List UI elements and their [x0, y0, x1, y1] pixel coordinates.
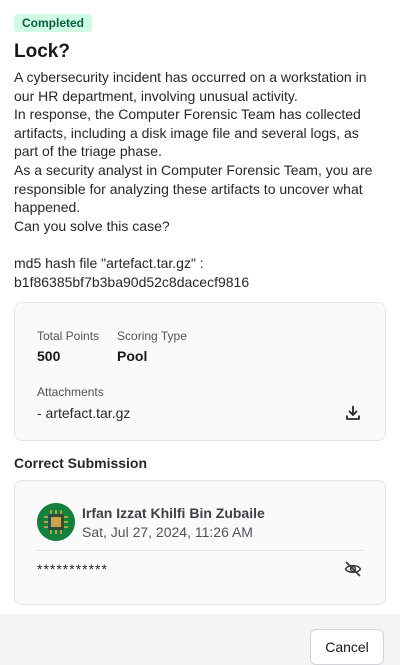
description-line: A cybersecurity incident has occurred on… — [14, 69, 371, 104]
masked-answer: *********** — [37, 561, 108, 578]
submitter-name: Irfan Izzat Khilfi Bin Zubaile — [82, 504, 265, 521]
avatar — [37, 503, 75, 542]
total-points-label: Total Points — [37, 329, 100, 344]
submission-timestamp: Sat, Jul 27, 2024, 11:26 AM — [82, 523, 253, 540]
attachments-label: Attachments — [37, 385, 104, 400]
description-line: md5 hash file "artefact.tar.gz" : — [14, 254, 204, 271]
stats-row: Total Points 500 Scoring Type Pool — [37, 328, 363, 365]
scoring-type-value: Pool — [117, 348, 148, 365]
challenge-description: A cybersecurity incident has occurred on… — [14, 68, 386, 291]
attachment-name[interactable]: - artefact.tar.gz — [37, 403, 130, 423]
status-badge: Completed — [14, 14, 93, 32]
scoring-type-label: Scoring Type — [117, 329, 187, 344]
challenge-panel: Completed Lock? A cybersecurity incident… — [0, 0, 400, 614]
challenge-title: Lock? — [14, 41, 70, 62]
description-line: Can you solve this case? — [14, 217, 170, 234]
total-points-value: 500 — [37, 348, 61, 365]
attachment-row: - artefact.tar.gz — [37, 403, 363, 423]
eye-off-icon[interactable] — [343, 559, 363, 579]
md5-hash: b1f86385bf7b3ba90d52c8dacecf9816 — [14, 273, 250, 290]
modal-footer: Cancel — [0, 614, 400, 665]
download-icon[interactable] — [343, 403, 363, 423]
submitter: Irfan Izzat Khilfi Bin Zubaile Sat, Jul … — [37, 503, 363, 542]
correct-submission-title: Correct Submission — [14, 455, 148, 472]
challenge-info-card: Total Points 500 Scoring Type Pool Attac… — [14, 302, 386, 442]
description-spacer — [14, 235, 386, 254]
description-line: In response, the Computer Forensic Team … — [14, 106, 365, 160]
total-points: Total Points 500 — [37, 328, 99, 365]
submitter-info: Irfan Izzat Khilfi Bin Zubaile Sat, Jul … — [82, 504, 265, 541]
answer-row: *********** — [37, 559, 363, 579]
cancel-button[interactable]: Cancel — [310, 629, 384, 665]
description-line: As a security analyst in Computer Forens… — [14, 161, 377, 216]
divider — [37, 550, 363, 552]
scoring-type: Scoring Type Pool — [117, 328, 187, 365]
submission-card: Irfan Izzat Khilfi Bin Zubaile Sat, Jul … — [14, 480, 386, 606]
